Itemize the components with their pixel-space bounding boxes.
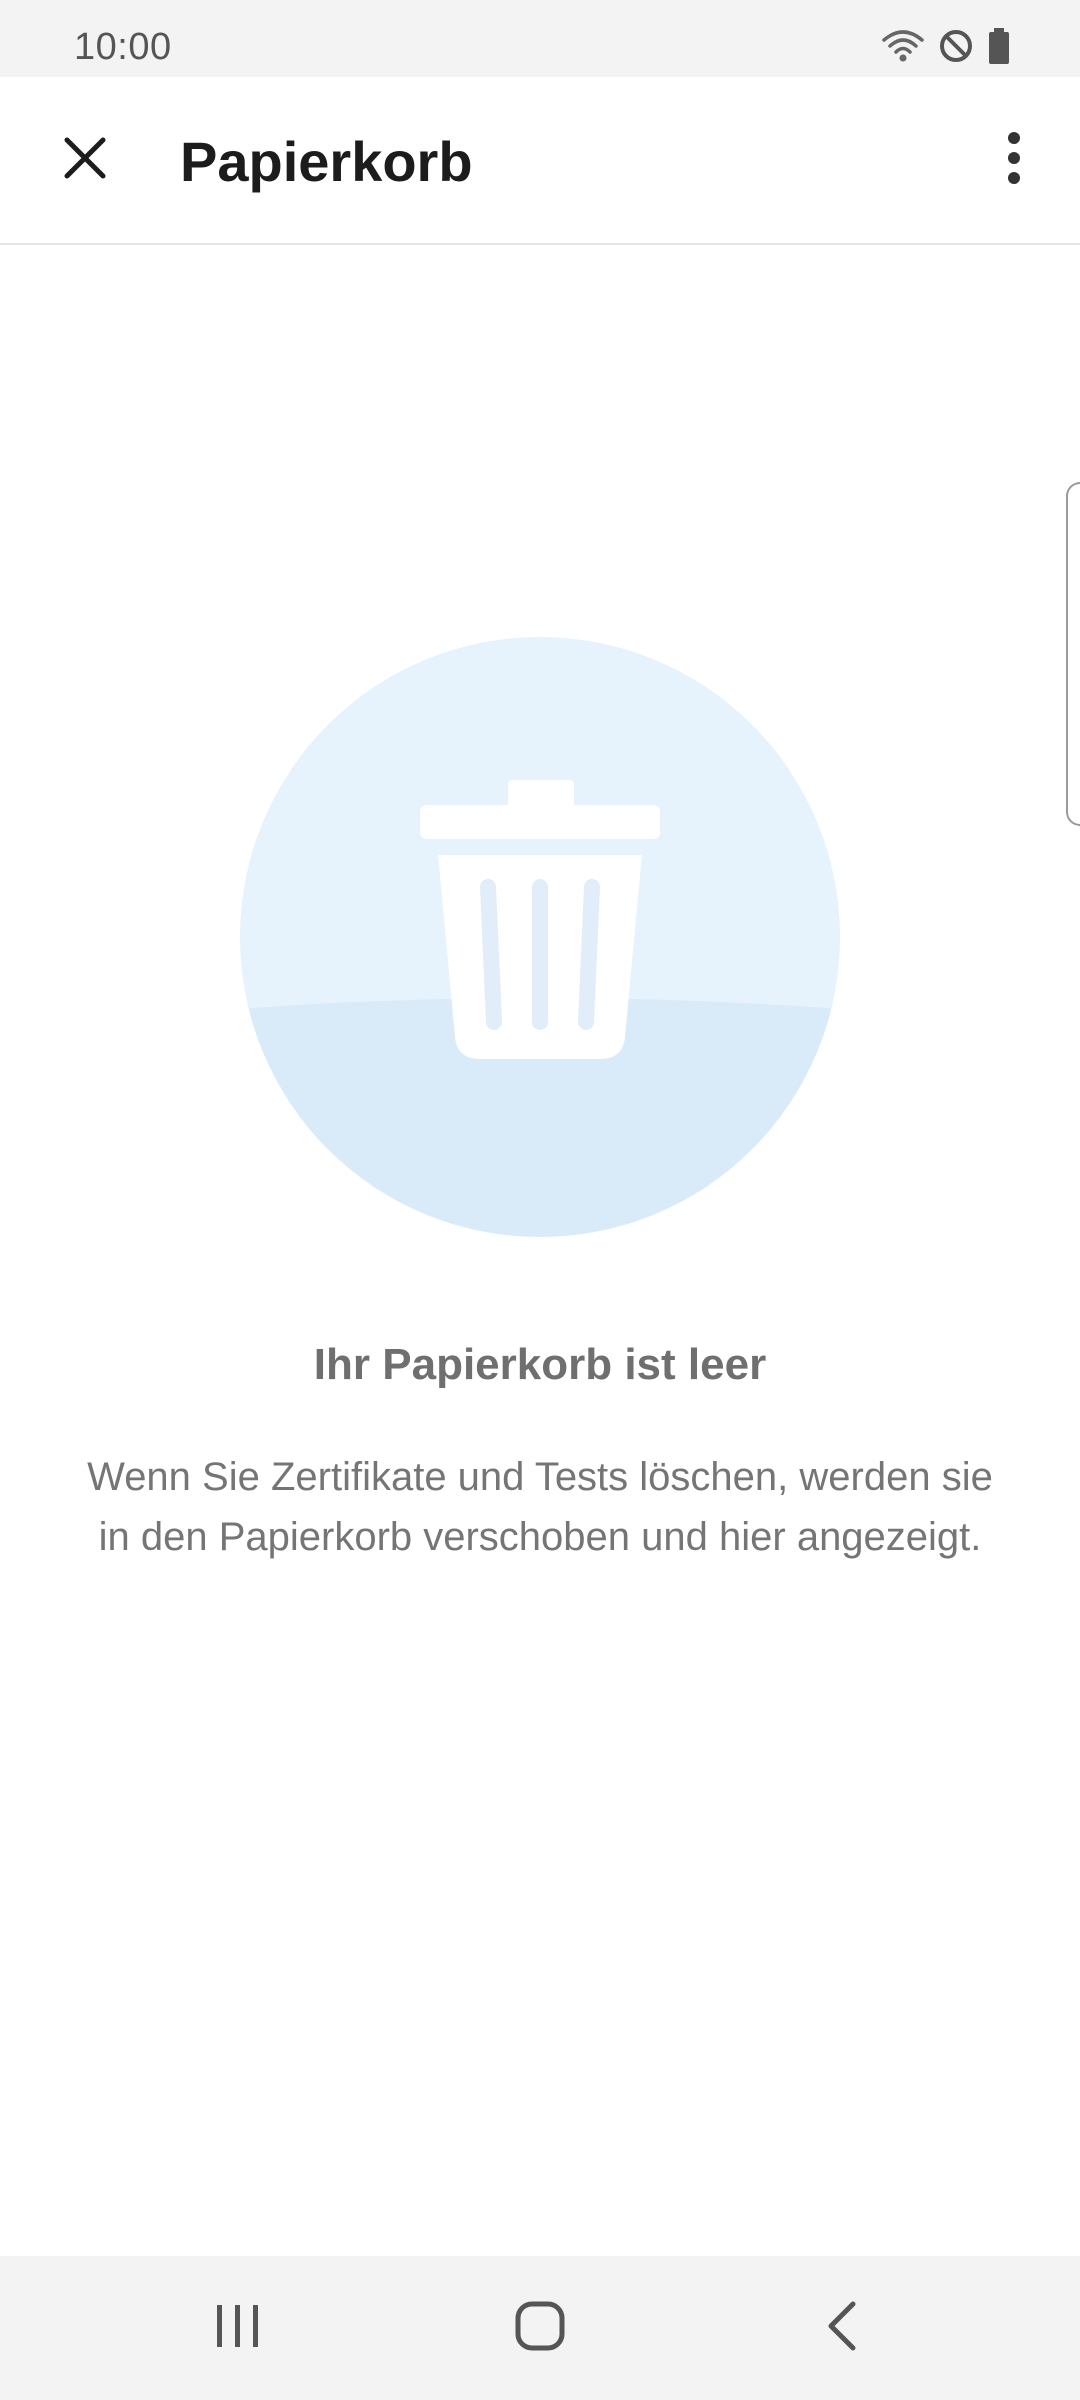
status-icons <box>882 26 1010 70</box>
back-button[interactable] <box>792 2278 892 2378</box>
app-bar: Papierkorb <box>0 77 1080 245</box>
edge-panel-handle[interactable] <box>1066 482 1080 826</box>
home-icon <box>514 2300 566 2357</box>
battery-icon <box>988 27 1010 69</box>
back-icon <box>825 2300 859 2357</box>
status-bar: 10:00 <box>0 0 1080 77</box>
more-options-button[interactable] <box>984 115 1044 205</box>
status-time: 10:00 <box>74 26 172 68</box>
trash-can-icon <box>420 780 660 1059</box>
page-title: Papierkorb <box>180 130 473 193</box>
empty-trash-illustration <box>240 637 840 1237</box>
recent-apps-icon <box>213 2303 263 2354</box>
close-icon <box>61 134 109 187</box>
empty-state-description: Wenn Sie Zertifikate und Tests löschen, … <box>87 1455 993 1559</box>
recent-apps-button[interactable] <box>188 2278 288 2378</box>
empty-state-title: Ihr Papierkorb ist leer <box>313 1340 767 1389</box>
home-button[interactable] <box>490 2278 590 2378</box>
do-not-disturb-icon <box>938 28 974 69</box>
close-button[interactable] <box>40 115 130 205</box>
navigation-bar <box>0 2256 1080 2400</box>
wifi-icon <box>882 28 924 69</box>
more-vert-icon <box>1006 130 1022 191</box>
